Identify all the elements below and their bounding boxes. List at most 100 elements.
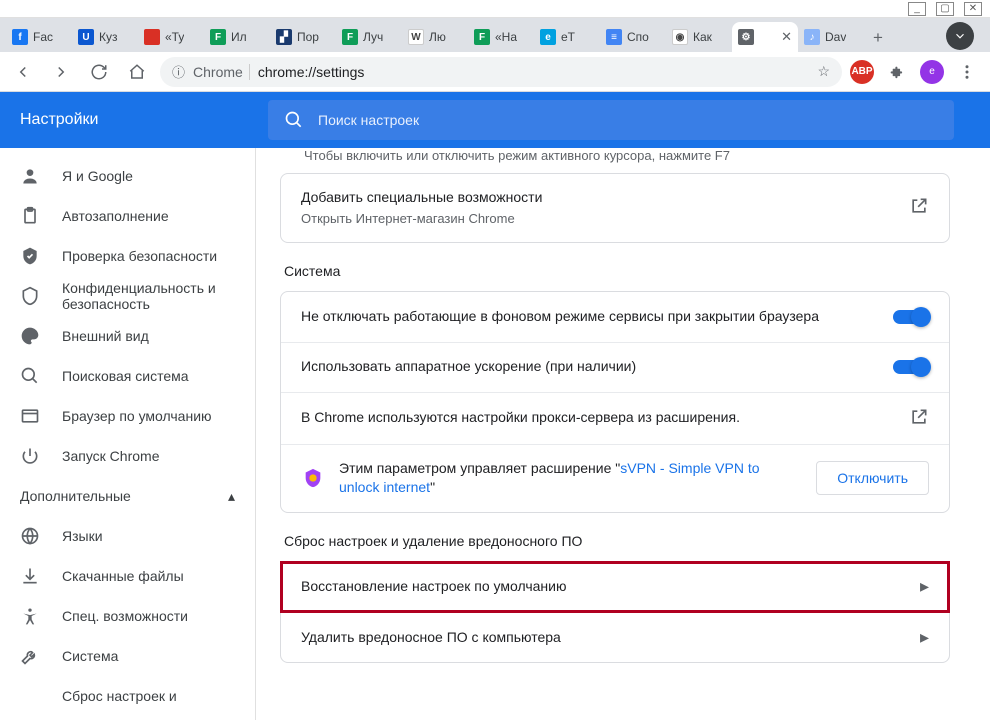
back-button[interactable] [8,57,38,87]
tab-title: eТ [561,30,575,44]
sidebar-item[interactable]: Спец. возможности [0,596,255,636]
browser-tab[interactable]: ◉Как [666,22,732,52]
sidebar-item-label: Проверка безопасности [62,248,217,264]
sidebar-item[interactable]: Сброс настроек и [0,676,255,716]
hw-accel-toggle[interactable] [893,360,929,374]
sidebar-item-label: Конфиденциальность и безопасность [62,280,235,312]
menu-button[interactable] [952,57,982,87]
home-button[interactable] [122,57,152,87]
system-section-title: Система [284,263,950,279]
sidebar-advanced-toggle[interactable]: Дополнительные▴ [0,476,255,516]
sidebar-item-label: Автозаполнение [62,208,169,224]
address-bar[interactable]: ⓘ Chrome chrome://settings ☆ [160,57,842,87]
search-icon [20,366,40,386]
settings-sidebar[interactable]: Я и Google Автозаполнение Проверка безопас… [0,148,256,720]
extensions-button[interactable] [882,57,912,87]
cleanup-row[interactable]: Удалить вредоносное ПО с компьютера ▸ [281,612,949,662]
browser-tab[interactable]: FЛуч [336,22,402,52]
proxy-row[interactable]: В Chrome используются настройки прокси-с… [281,392,949,444]
favicon: ▞ [276,29,292,45]
browser-tab[interactable]: ≡Спо [600,22,666,52]
row-label: Удалить вредоносное ПО с компьютера [301,628,920,648]
search-icon [284,110,304,130]
sidebar-item[interactable]: Поисковая система [0,356,255,396]
favicon: W [408,29,424,45]
sidebar-item[interactable]: Браузер по умолчанию [0,396,255,436]
row-title: Добавить специальные возможности [301,188,909,208]
row-label: Использовать аппаратное ускорение (при н… [301,357,893,377]
add-accessibility-row[interactable]: Добавить специальные возможности Открыть… [281,174,949,242]
sidebar-item[interactable]: Проверка безопасности [0,236,255,276]
maximize-button[interactable]: ▢ [936,2,954,16]
browser-tab[interactable]: fFac [6,22,72,52]
tab-title: «Ту [165,30,184,44]
browser-tab[interactable]: F«На [468,22,534,52]
restore-defaults-row[interactable]: Восстановление настроек по умолчанию ▸ [281,562,949,612]
browser-tab[interactable]: W Лю [402,22,468,52]
browser-tab[interactable]: ▞Пор [270,22,336,52]
download-icon [20,566,40,586]
browser-tab[interactable]: UКуз [72,22,138,52]
reset-section-title: Сброс настроек и удаление вредоносного П… [284,533,950,549]
browser-tab[interactable]: FИл [204,22,270,52]
favicon: F [342,29,358,45]
browser-tab[interactable]: «Ту [138,22,204,52]
vpn-extension-text: Этим параметром управляет расширение "sV… [339,459,802,498]
browser-toolbar: ⓘ Chrome chrome://settings ☆ ABP e [0,52,990,92]
browser-tab[interactable]: ⚙✕ [732,22,798,52]
settings-main[interactable]: Чтобы включить или отключить режим актив… [256,148,990,720]
tab-title: Как [693,30,712,44]
sidebar-item-label: Система [62,648,118,664]
browser-tab[interactable]: ♪ Dav [798,22,864,52]
favicon: ♪ [804,29,820,45]
sidebar-item[interactable]: Автозаполнение [0,196,255,236]
power-icon [20,446,40,466]
row-label: Восстановление настроек по умолчанию [301,577,920,597]
sidebar-item[interactable]: Я и Google [0,156,255,196]
forward-button[interactable] [46,57,76,87]
sidebar-item[interactable]: Внешний вид [0,316,255,356]
system-card: Не отключать работающие в фоновом режиме… [280,291,950,513]
new-tab-button[interactable]: + [864,24,892,52]
favicon: e [540,29,556,45]
search-input[interactable] [318,112,938,128]
vpn-extension-icon [301,466,325,490]
reload-button[interactable] [84,57,114,87]
external-link-icon [909,196,929,219]
profile-avatar[interactable]: e [920,60,944,84]
sidebar-item[interactable]: Конфиденциальность и безопасность [0,276,255,316]
tab-title: Лю [429,30,446,44]
tab-strip: fFacUКуз«ТуFИл▞ПорFЛучWЛюF«НаeeТ≡Спо◉Как… [0,18,990,52]
browser-tab[interactable]: eeТ [534,22,600,52]
background-apps-toggle[interactable] [893,310,929,324]
adblock-extension-icon[interactable]: ABP [850,60,874,84]
bookmark-star-icon[interactable]: ☆ [817,63,830,80]
minimize-button[interactable]: _ [908,2,926,16]
row-label: Не отключать работающие в фоновом режиме… [301,307,893,327]
favicon: F [210,29,226,45]
sidebar-item[interactable]: Запуск Chrome [0,436,255,476]
site-info-icon[interactable]: ⓘ [172,62,185,81]
sidebar-item-label: Внешний вид [62,328,149,344]
favicon: U [78,29,94,45]
hw-accel-row: Использовать аппаратное ускорение (при н… [281,342,949,392]
sidebar-item-label: Браузер по умолчанию [62,408,212,424]
sidebar-item[interactable]: Языки [0,516,255,556]
close-tab-icon[interactable]: ✕ [781,29,792,45]
favicon: ≡ [606,29,622,45]
sidebar-item-label: Запуск Chrome [62,448,159,464]
clipboard-icon [20,206,40,226]
sidebar-item[interactable]: Система [0,636,255,676]
window-controls: _ ▢ ✕ [0,0,990,18]
close-window-button[interactable]: ✕ [964,2,982,16]
favicon: F [474,29,490,45]
settings-search[interactable] [268,100,954,140]
favicon [144,29,160,45]
tab-strip-avatar[interactable] [946,22,974,50]
external-link-icon [909,407,929,430]
disable-extension-button[interactable]: Отключить [816,461,929,495]
chevron-up-icon: ▴ [228,488,235,505]
url-text: chrome://settings [258,64,365,80]
tab-title: Dav [825,30,846,44]
sidebar-item[interactable]: Скачанные файлы [0,556,255,596]
